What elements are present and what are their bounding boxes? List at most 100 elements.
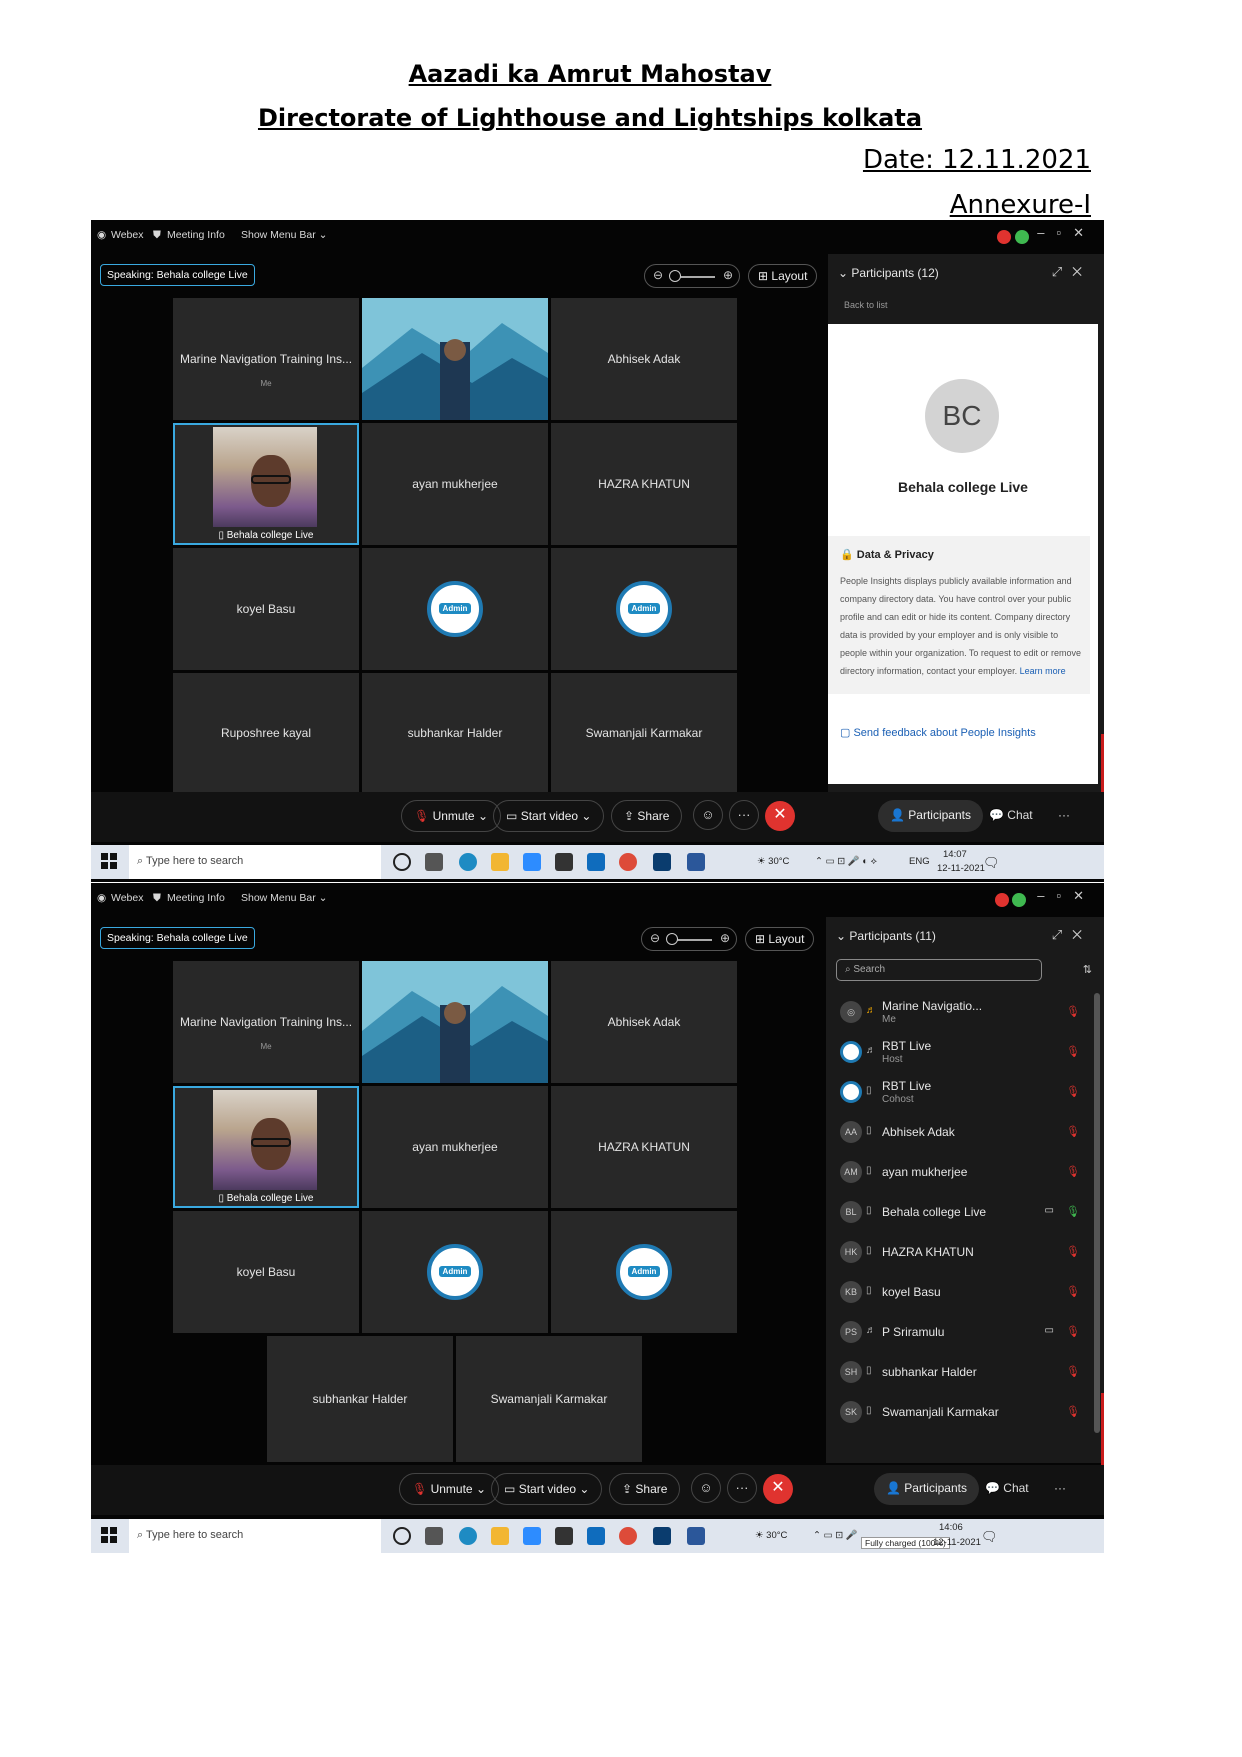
video-tile[interactable]: Swamanjali Karmakar bbox=[551, 673, 737, 793]
mail-icon[interactable] bbox=[587, 1527, 605, 1545]
video-tile[interactable]: Admin bbox=[362, 548, 548, 670]
reactions-button[interactable]: ☺ bbox=[691, 1473, 721, 1503]
mic-muted-icon[interactable]: 🎙 bbox=[1066, 1325, 1080, 1338]
start-video-button[interactable]: ▭ Start video ⌄ bbox=[491, 1473, 603, 1505]
video-tile-mountain[interactable] bbox=[362, 298, 548, 420]
mic-muted-icon[interactable]: 🎙 bbox=[1066, 1165, 1080, 1178]
video-tile[interactable]: Marine Navigation Training Ins... Me bbox=[173, 961, 359, 1083]
video-tile[interactable]: koyel Basu bbox=[173, 1211, 359, 1333]
file-explorer-icon[interactable] bbox=[491, 853, 509, 871]
mic-muted-icon[interactable]: 🎙 bbox=[1066, 1045, 1080, 1058]
taskbar-search-input[interactable]: ⌕ Type here to search bbox=[129, 845, 381, 879]
word-icon[interactable] bbox=[687, 1527, 705, 1545]
chrome-icon[interactable] bbox=[619, 1527, 637, 1545]
video-tile-active[interactable]: ▯ Behala college Live bbox=[173, 1086, 359, 1208]
file-explorer-icon[interactable] bbox=[491, 1527, 509, 1545]
mic-muted-icon[interactable]: 🎙 bbox=[1066, 1085, 1080, 1098]
mail-icon[interactable] bbox=[587, 853, 605, 871]
show-menu-bar-button[interactable]: Show Menu Bar ⌄ bbox=[241, 229, 327, 241]
start-video-button[interactable]: ▭ Start video ⌄ bbox=[493, 800, 605, 832]
video-tile[interactable]: subhankar Halder bbox=[267, 1336, 453, 1462]
video-tile[interactable]: subhankar Halder bbox=[362, 673, 548, 793]
chat-button[interactable]: 💬 Chat bbox=[985, 1481, 1029, 1495]
windows-start-icon[interactable] bbox=[101, 1527, 117, 1543]
language-indicator[interactable]: ENG bbox=[909, 856, 930, 867]
chrome-icon[interactable] bbox=[619, 853, 637, 871]
video-on-icon[interactable]: ▭ bbox=[1045, 1205, 1054, 1216]
participant-row[interactable]: ◎ ♬ Marine Navigatio... Me 🎙 bbox=[826, 993, 1104, 1033]
zoom-out-icon[interactable]: ⊖ bbox=[653, 268, 663, 282]
participant-row[interactable]: AM ▯ ayan mukherjee 🎙 bbox=[826, 1153, 1104, 1193]
window-controls[interactable]: –▫✕ bbox=[1037, 225, 1096, 241]
window-controls[interactable]: –▫✕ bbox=[1037, 888, 1096, 904]
sort-icon[interactable]: ⇅ bbox=[1083, 963, 1092, 976]
video-tile-active[interactable]: ▯ Behala college Live bbox=[173, 423, 359, 545]
video-tile[interactable]: Ruposhree kayal bbox=[173, 673, 359, 793]
zoom-in-icon[interactable]: ⊕ bbox=[720, 931, 730, 945]
mic-on-icon[interactable]: 🎙 bbox=[1066, 1205, 1080, 1218]
participants-button[interactable]: 👤 Participants bbox=[874, 1473, 979, 1505]
layout-button[interactable]: ⊞ Layout bbox=[745, 927, 815, 951]
feedback-link[interactable]: ▢ Send feedback about People Insights bbox=[840, 726, 1036, 739]
video-tile[interactable]: ayan mukherjee bbox=[362, 1086, 548, 1208]
overflow-menu-button[interactable]: ··· bbox=[1054, 1481, 1066, 1495]
mic-muted-icon[interactable]: 🎙 bbox=[1066, 1245, 1080, 1258]
mic-muted-icon[interactable]: 🎙 bbox=[1066, 1125, 1080, 1138]
cortana-icon[interactable] bbox=[393, 1527, 411, 1545]
task-view-icon[interactable] bbox=[425, 853, 443, 871]
panel-window-controls[interactable]: ⤢✕ bbox=[1052, 264, 1092, 280]
task-view-icon[interactable] bbox=[425, 1527, 443, 1545]
panel-window-controls[interactable]: ⤢✕ bbox=[1052, 927, 1092, 943]
overflow-menu-button[interactable]: ··· bbox=[1058, 808, 1070, 822]
more-options-button[interactable]: ··· bbox=[729, 800, 759, 830]
webex-taskbar-icon[interactable] bbox=[653, 1527, 671, 1545]
participant-row[interactable]: ▯ RBT Live Cohost 🎙 bbox=[826, 1073, 1104, 1113]
windows-start-icon[interactable] bbox=[101, 853, 117, 869]
end-call-button[interactable]: ✕ bbox=[765, 801, 795, 831]
video-on-icon[interactable]: ▭ bbox=[1045, 1325, 1054, 1336]
end-call-button[interactable]: ✕ bbox=[763, 1474, 793, 1504]
participant-search-input[interactable]: ⌕ Search bbox=[836, 959, 1042, 981]
zoom-out-icon[interactable]: ⊖ bbox=[650, 931, 660, 945]
mic-muted-icon[interactable]: 🎙 bbox=[1066, 1365, 1080, 1378]
zoom-in-icon[interactable]: ⊕ bbox=[723, 268, 733, 282]
mic-muted-icon[interactable]: 🎙 bbox=[1066, 1005, 1080, 1018]
video-tile[interactable]: koyel Basu bbox=[173, 548, 359, 670]
taskbar-search-input[interactable]: ⌕ Type here to search bbox=[129, 1519, 381, 1553]
tray-icons[interactable]: ⌃ ▭ ⊡ 🎤 bbox=[813, 1530, 858, 1541]
word-icon[interactable] bbox=[687, 853, 705, 871]
zoom-app-icon[interactable] bbox=[523, 1527, 541, 1545]
participant-row[interactable]: BL ▯ Behala college Live ▭ 🎙 bbox=[826, 1193, 1104, 1233]
back-to-list-link[interactable]: Back to list bbox=[844, 300, 888, 310]
share-button[interactable]: ⇪ Share bbox=[609, 1473, 681, 1505]
more-options-button[interactable]: ··· bbox=[727, 1473, 757, 1503]
chat-button[interactable]: 💬 Chat bbox=[989, 808, 1033, 822]
participant-row[interactable]: SK ▯ Swamanjali Karmakar 🎙 bbox=[826, 1393, 1104, 1433]
layout-button[interactable]: ⊞ Layout bbox=[748, 264, 818, 288]
participant-row[interactable]: HK ▯ HAZRA KHATUN 🎙 bbox=[826, 1233, 1104, 1273]
edge-icon[interactable] bbox=[459, 853, 477, 871]
participant-row[interactable]: KB ▯ koyel Basu 🎙 bbox=[826, 1273, 1104, 1313]
reactions-button[interactable]: ☺ bbox=[693, 800, 723, 830]
meeting-info-button[interactable]: Meeting Info bbox=[167, 892, 225, 904]
mic-muted-icon[interactable]: 🎙 bbox=[1066, 1405, 1080, 1418]
share-button[interactable]: ⇪ Share bbox=[611, 800, 683, 832]
participant-row[interactable]: PS ♬ P Sriramulu ▭ 🎙 bbox=[826, 1313, 1104, 1353]
video-tile[interactable]: ayan mukherjee bbox=[362, 423, 548, 545]
notifications-icon[interactable]: 🗨 bbox=[983, 855, 1000, 871]
unmute-button[interactable]: 🎙 Unmute ⌄ bbox=[401, 800, 501, 832]
video-tile[interactable]: Admin bbox=[551, 548, 737, 670]
zoom-slider[interactable]: ⊖ ⊕ bbox=[644, 264, 740, 288]
participant-row[interactable]: SH ▯ subhankar Halder 🎙 bbox=[826, 1353, 1104, 1393]
participant-row[interactable]: AA ▯ Abhisek Adak 🎙 bbox=[826, 1113, 1104, 1153]
video-tile[interactable]: Admin bbox=[551, 1211, 737, 1333]
cortana-icon[interactable] bbox=[393, 853, 411, 871]
video-tile[interactable]: Abhisek Adak bbox=[551, 298, 737, 420]
meeting-info-button[interactable]: Meeting Info bbox=[167, 229, 225, 241]
video-tile[interactable]: HAZRA KHATUN bbox=[551, 423, 737, 545]
participant-row[interactable]: ♬ RBT Live Host 🎙 bbox=[826, 1033, 1104, 1073]
video-tile[interactable]: Marine Navigation Training Ins... Me bbox=[173, 298, 359, 420]
video-tile[interactable]: HAZRA KHATUN bbox=[551, 1086, 737, 1208]
learn-more-link[interactable]: Learn more bbox=[1020, 666, 1066, 676]
store-icon[interactable] bbox=[555, 1527, 573, 1545]
